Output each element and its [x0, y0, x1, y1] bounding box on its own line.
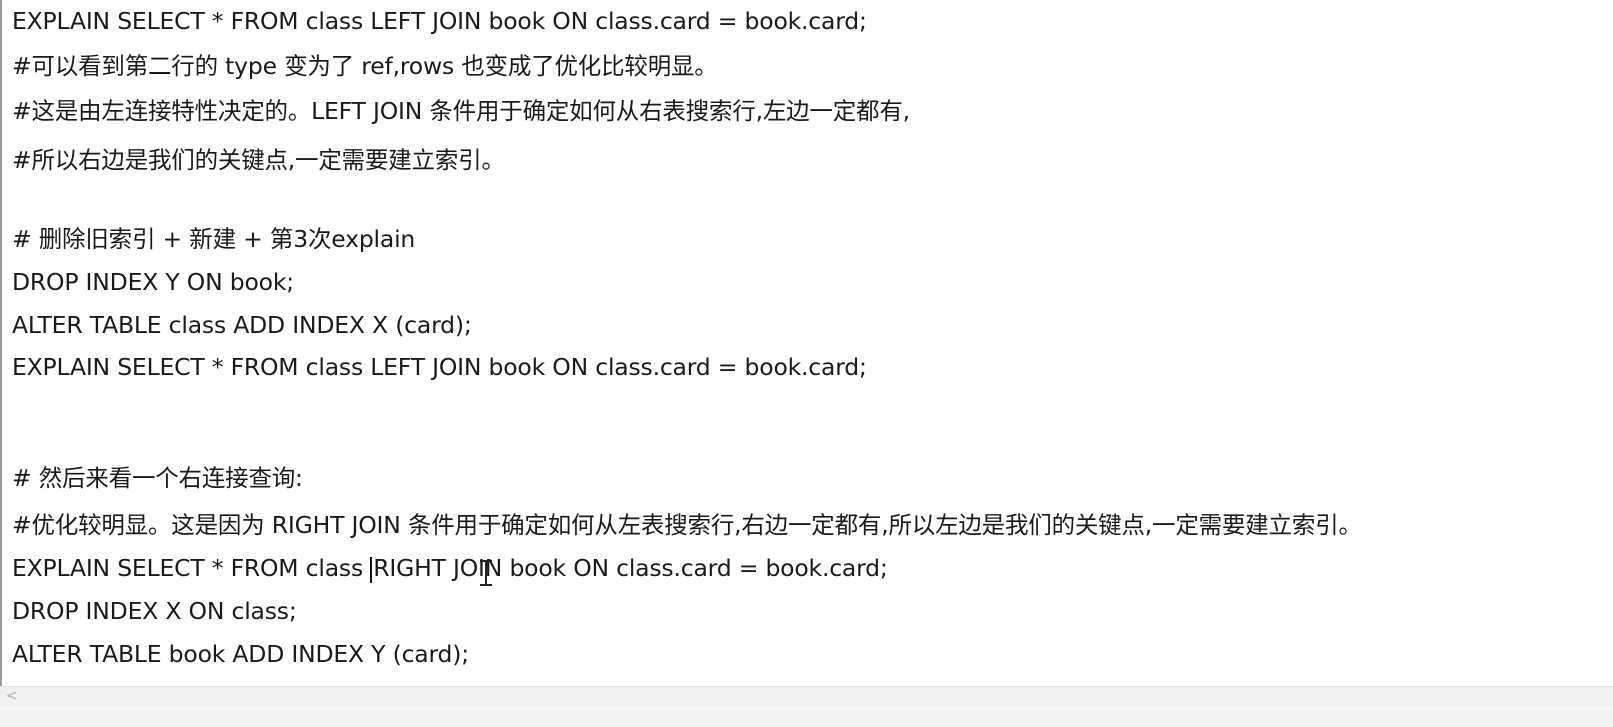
text-editor[interactable]: EXPLAIN SELECT * FROM class LEFT JOIN bo… — [0, 0, 1613, 705]
text-caret — [370, 556, 373, 583]
code-text-after-caret: RIGHT JOIN book ON class.card = book.car… — [373, 554, 888, 582]
status-strip — [0, 706, 1613, 727]
code-line[interactable]: ALTER TABLE book ADD INDEX Y (card); — [12, 639, 469, 669]
code-line[interactable]: EXPLAIN SELECT * FROM class LEFT JOIN bo… — [12, 352, 867, 382]
code-text-before-caret: EXPLAIN SELECT * FROM class — [12, 554, 371, 582]
horizontal-scrollbar[interactable]: < — [0, 686, 1613, 706]
code-line[interactable]: DROP INDEX X ON class; — [12, 596, 297, 626]
comment-line[interactable]: #所以右边是我们的关键点,一定需要建立索引。 — [12, 145, 505, 175]
code-line-with-caret[interactable]: EXPLAIN SELECT * FROM class RIGHT JOIN b… — [12, 553, 1613, 583]
code-line[interactable]: DROP INDEX Y ON book; — [12, 267, 294, 297]
comment-line[interactable]: #优化较明显。这是因为 RIGHT JOIN 条件用于确定如何从左表搜索行,右边… — [12, 510, 1362, 540]
ibeam-cursor-icon — [480, 560, 492, 586]
code-line[interactable]: EXPLAIN SELECT * FROM class LEFT JOIN bo… — [12, 6, 867, 36]
comment-line[interactable]: #这是由左连接特性决定的。LEFT JOIN 条件用于确定如何从右表搜索行,左边… — [12, 96, 910, 126]
chevron-left-icon[interactable]: < — [6, 689, 20, 703]
comment-line[interactable]: #可以看到第二行的 type 变为了 ref,rows 也变成了优化比较明显。 — [12, 51, 718, 81]
comment-line[interactable]: # 删除旧索引 + 新建 + 第3次explain — [12, 224, 415, 254]
code-line[interactable]: ALTER TABLE class ADD INDEX X (card); — [12, 310, 472, 340]
comment-line[interactable]: # 然后来看一个右连接查询: — [12, 463, 303, 493]
